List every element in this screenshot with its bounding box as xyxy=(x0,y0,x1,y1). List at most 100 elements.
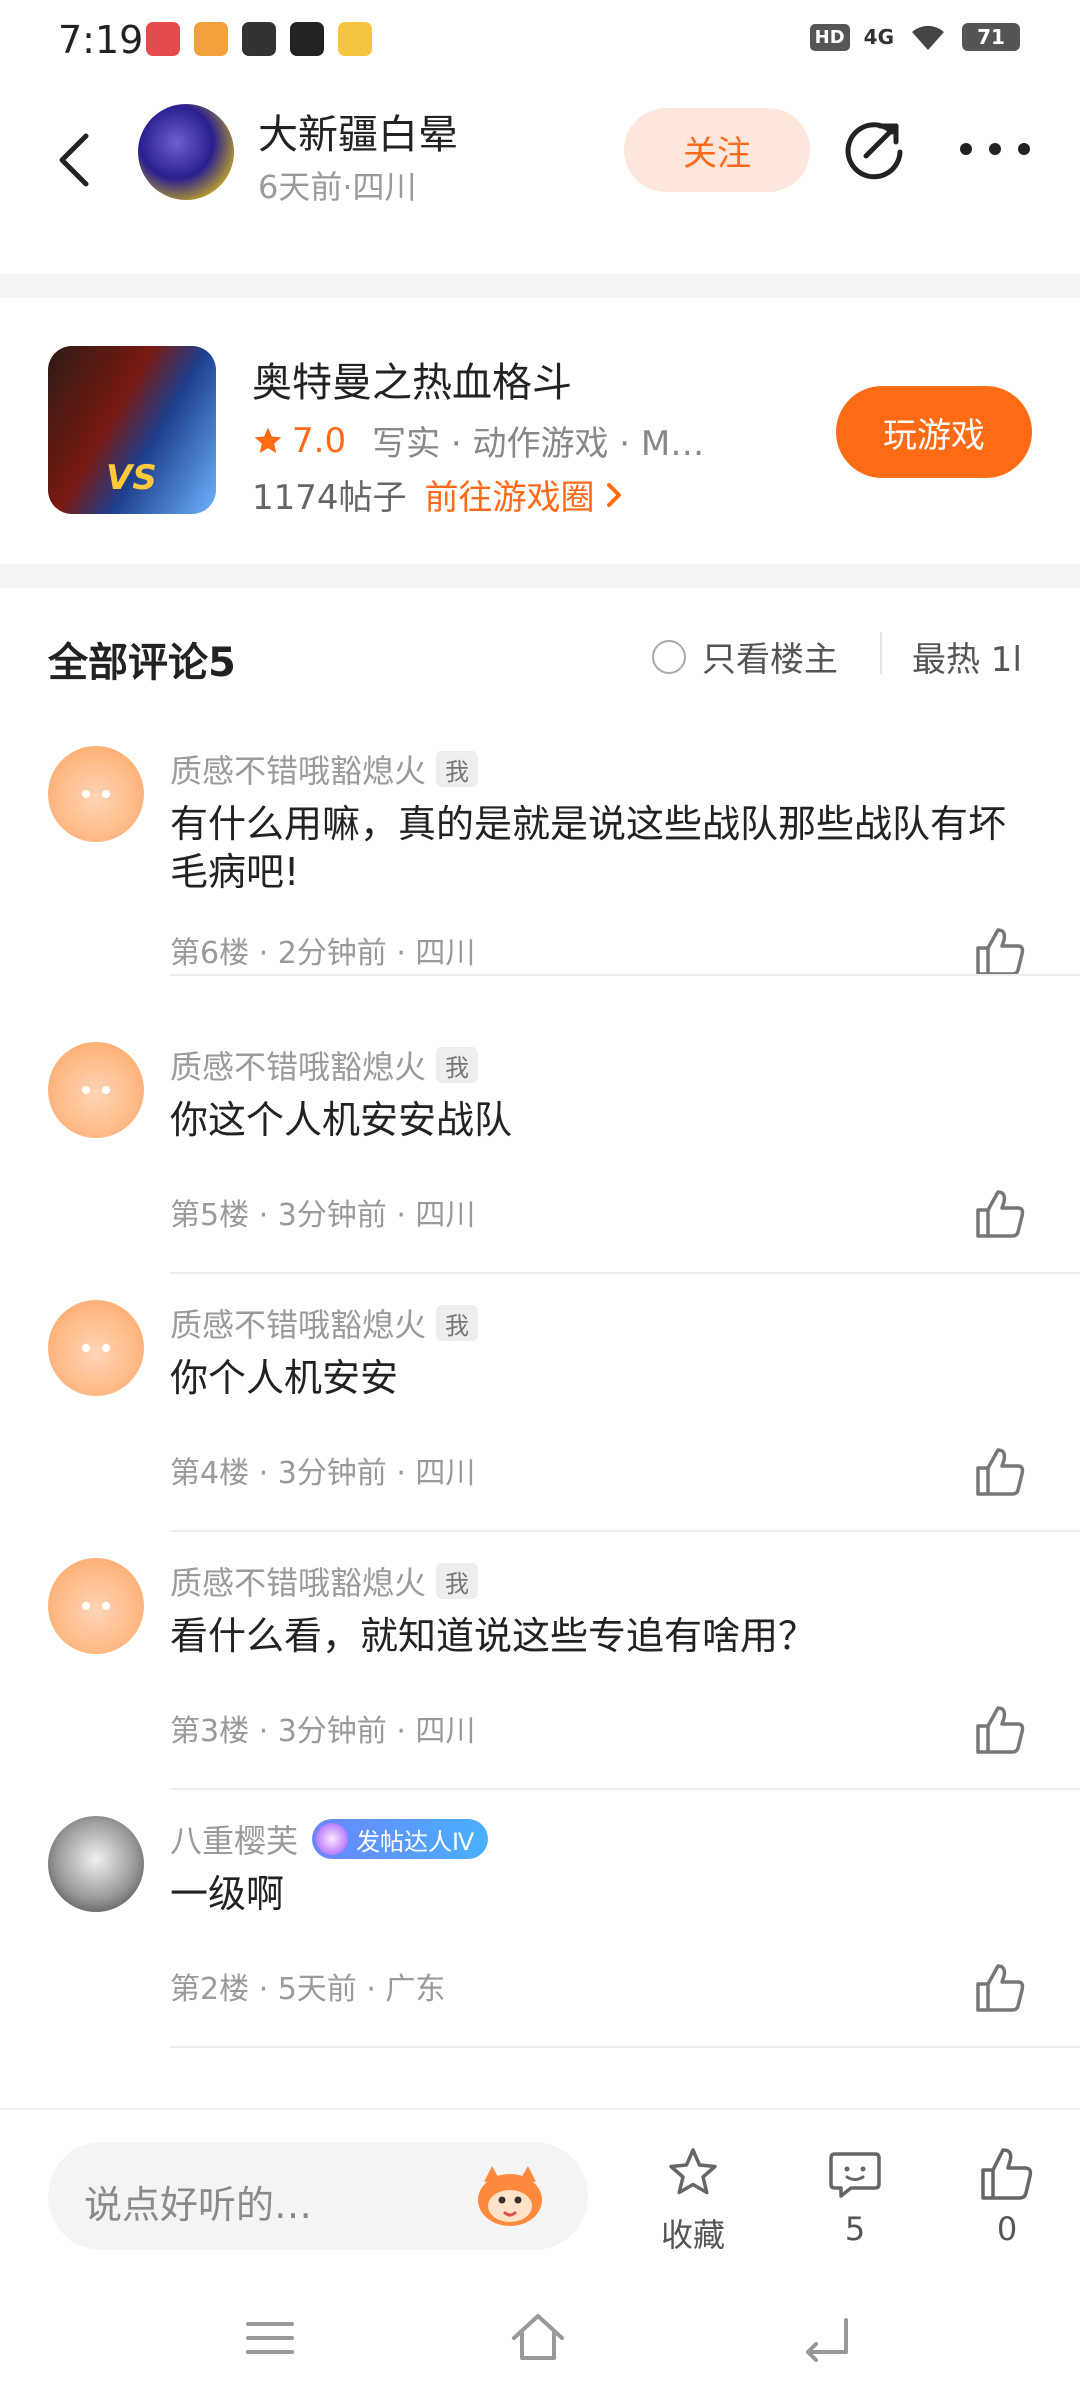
comment-item[interactable]: 质感不错哦豁熄火 我 看什么看，就知道说这些专追有啥用？ 第3楼 · 3分钟前 … xyxy=(0,1530,1080,1790)
only-author-radio[interactable] xyxy=(652,639,686,674)
thumbs-up-icon xyxy=(981,2148,1033,2200)
post-header: 大新疆白晕 6天前·四川 关注 xyxy=(0,84,1080,274)
home-icon[interactable] xyxy=(508,2308,568,2368)
goto-game-circle-link[interactable]: 前往游戏圈 xyxy=(425,470,595,519)
hd-icon: HD xyxy=(809,23,850,51)
status-indicators: HD 4G 71 xyxy=(809,22,1020,52)
commenter-name[interactable]: 质感不错哦豁熄火 xyxy=(170,746,426,792)
comment-meta: 第2楼 · 5天前 · 广东 xyxy=(170,1972,446,2007)
app-notification-icon xyxy=(338,22,372,56)
avatar-face-icon xyxy=(82,1602,110,1610)
comment-item[interactable]: 质感不错哦豁熄火 我 你个人机安安 第4楼 · 3分钟前 · 四川 xyxy=(0,1272,1080,1532)
comments-title: 全部评论5 xyxy=(48,640,236,686)
comment-item[interactable]: 八重樱芙 发帖达人Ⅳ 一级啊 第2楼 · 5天前 · 广东 xyxy=(0,1788,1080,2048)
comment-meta: 第3楼 · 3分钟前 · 四川 xyxy=(170,1714,476,1749)
comment-separator xyxy=(170,2046,1080,2048)
like-post-button[interactable]: 0 xyxy=(952,2144,1062,2248)
thumbs-up-icon[interactable] xyxy=(972,1702,1028,1758)
emoji-mascot-icon[interactable] xyxy=(470,2162,550,2230)
section-divider xyxy=(0,564,1080,588)
comment-separator xyxy=(170,974,1080,976)
comments-count: 5 xyxy=(844,2210,866,2248)
sort-divider xyxy=(880,632,882,674)
more-dot-icon xyxy=(960,143,972,155)
comment-text[interactable]: 你这个人机安安战队 xyxy=(170,1096,1020,1144)
commenter-name-row: 质感不错哦豁熄火 我 xyxy=(170,1558,479,1604)
comment-text[interactable]: 看什么看，就知道说这些专追有啥用？ xyxy=(170,1612,1020,1660)
commenter-name[interactable]: 质感不错哦豁熄火 xyxy=(170,1558,426,1604)
comment-text[interactable]: 有什么用嘛，真的是就是说这些战队那些战队有坏毛病吧! xyxy=(170,800,1020,896)
more-dot-icon xyxy=(1018,143,1030,155)
comment-input-placeholder: 说点好听的… xyxy=(84,2183,313,2227)
comment-meta: 第4楼 · 3分钟前 · 四川 xyxy=(170,1456,476,1491)
play-game-button[interactable]: 玩游戏 xyxy=(836,386,1032,478)
comment-meta: 第5楼 · 3分钟前 · 四川 xyxy=(170,1198,476,1233)
follow-button[interactable]: 关注 xyxy=(624,108,810,192)
thumbs-up-icon[interactable] xyxy=(972,924,1028,980)
comment-text[interactable]: 一级啊 xyxy=(170,1870,1020,1918)
avatar-face-icon xyxy=(82,790,110,798)
system-nav-bar xyxy=(0,2268,1080,2408)
author-meta: 6天前·四川 xyxy=(258,168,417,206)
thumbs-up-icon[interactable] xyxy=(972,1444,1028,1500)
share-icon[interactable] xyxy=(840,114,910,184)
game-icon[interactable]: VS xyxy=(48,346,216,514)
comment-input[interactable]: 说点好听的… xyxy=(48,2142,588,2250)
commenter-avatar[interactable] xyxy=(48,1558,144,1654)
rating-star-icon xyxy=(254,427,282,453)
thumbs-up-icon[interactable] xyxy=(972,1960,1028,2016)
comments-header: 全部评论5 只看楼主 最热 1l xyxy=(0,588,1080,718)
game-icon-vs-text: VS xyxy=(106,458,157,498)
app-notification-icon xyxy=(146,22,180,56)
game-card[interactable]: VS 奥特曼之热血格斗 7.0 写实 · 动作游戏 · M… 1174帖子 前往… xyxy=(0,298,1080,564)
back-arrow-icon xyxy=(59,133,89,187)
me-badge: 我 xyxy=(436,1563,479,1599)
comment-item[interactable]: 质感不错哦豁熄火 我 有什么用嘛，真的是就是说这些战队那些战队有坏毛病吧! 第6… xyxy=(0,718,1080,976)
avatar-face-icon xyxy=(82,1086,110,1094)
poster-achievement-badge[interactable]: 发帖达人Ⅳ xyxy=(312,1819,489,1859)
avatar-face-icon xyxy=(82,1344,110,1352)
badge-gem-icon xyxy=(316,1823,349,1855)
only-author-toggle[interactable]: 只看楼主 xyxy=(652,632,838,681)
collect-button[interactable]: 收藏 xyxy=(638,2144,748,2256)
star-outline-icon xyxy=(669,2148,717,2195)
section-divider xyxy=(0,274,1080,298)
back-button[interactable] xyxy=(44,124,104,196)
thumbs-up-icon[interactable] xyxy=(972,1186,1028,1242)
commenter-name[interactable]: 质感不错哦豁熄火 xyxy=(170,1300,426,1346)
network-icon: 4G xyxy=(863,25,894,49)
me-badge: 我 xyxy=(436,751,479,787)
author-avatar[interactable] xyxy=(138,104,234,200)
game-rating: 7.0 xyxy=(292,420,347,461)
commenter-name[interactable]: 质感不错哦豁熄火 xyxy=(170,1042,426,1088)
game-posts-row: 1174帖子 前往游戏圈 xyxy=(252,470,627,519)
comments-count-button[interactable]: 5 xyxy=(800,2144,910,2248)
app-notification-icon xyxy=(242,22,276,56)
commenter-avatar[interactable] xyxy=(48,1042,144,1138)
menu-icon[interactable] xyxy=(240,2308,300,2368)
sort-dropdown[interactable]: 最热 1l xyxy=(912,632,1022,681)
commenter-name-row: 八重樱芙 发帖达人Ⅳ xyxy=(170,1816,489,1862)
commenter-name[interactable]: 八重樱芙 xyxy=(170,1816,298,1862)
comment-meta: 第6楼 · 2分钟前 · 四川 xyxy=(170,936,476,971)
comment-text[interactable]: 你个人机安安 xyxy=(170,1354,1020,1402)
like-count: 0 xyxy=(996,2210,1018,2248)
author-name[interactable]: 大新疆白晕 xyxy=(258,102,458,160)
commenter-name-row: 质感不错哦豁熄火 我 xyxy=(170,746,479,792)
more-dot-icon xyxy=(989,143,1001,155)
commenter-avatar[interactable] xyxy=(48,746,144,842)
more-button[interactable] xyxy=(960,124,1030,174)
wifi-icon xyxy=(912,25,944,50)
me-badge: 我 xyxy=(436,1305,479,1341)
status-time: 7:19 xyxy=(58,18,144,62)
game-title[interactable]: 奥特曼之热血格斗 xyxy=(252,350,572,408)
game-post-count: 1174帖子 xyxy=(252,478,407,518)
commenter-avatar[interactable] xyxy=(48,1816,144,1912)
bottom-action-bar: 说点好听的… 收藏 5 0 xyxy=(0,2108,1080,2268)
commenter-avatar[interactable] xyxy=(48,1300,144,1396)
back-nav-icon[interactable] xyxy=(796,2308,856,2368)
badge-label: 发帖达人Ⅳ xyxy=(356,1827,475,1856)
comment-bubble-icon xyxy=(829,2152,881,2198)
only-author-label: 只看楼主 xyxy=(702,640,838,680)
comment-item[interactable]: 质感不错哦豁熄火 我 你这个人机安安战队 第5楼 · 3分钟前 · 四川 xyxy=(0,1014,1080,1274)
